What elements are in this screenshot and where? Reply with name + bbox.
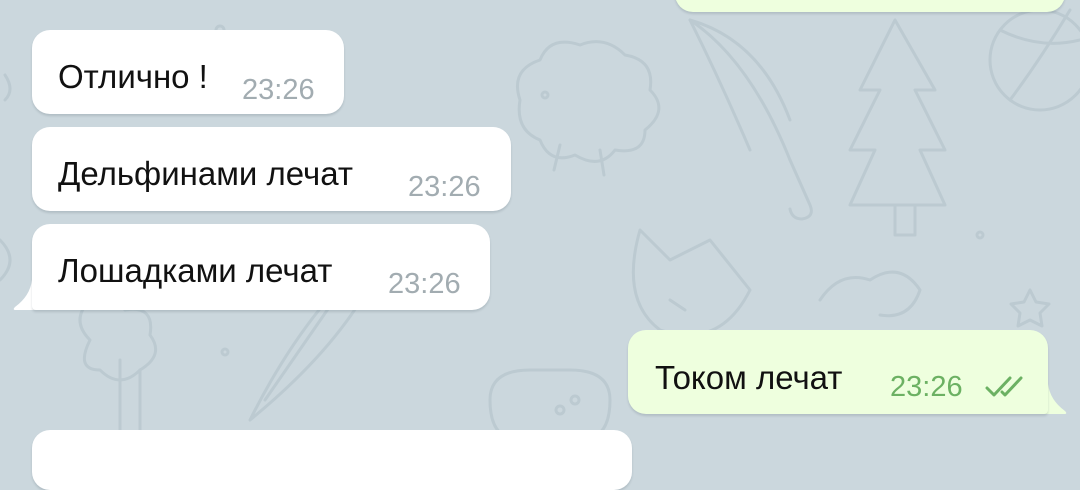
incoming-message-bubble-partial[interactable]: [32, 430, 632, 490]
outgoing-message-bubble[interactable]: Током лечат 23:26: [628, 330, 1048, 414]
double-check-icon: [985, 376, 1023, 397]
message-text: Отлично !: [58, 58, 208, 95]
message-time: 23:26: [890, 371, 963, 403]
message-text: Током лечат: [655, 359, 843, 396]
message-text: Лошадками лечат: [58, 252, 333, 289]
incoming-message-bubble[interactable]: Отлично ! 23:26: [32, 30, 344, 114]
outgoing-message-bubble-partial[interactable]: [675, 0, 1065, 12]
message-time: 23:26: [242, 74, 315, 106]
incoming-message-bubble[interactable]: Лошадками лечат 23:26: [32, 224, 490, 310]
incoming-message-bubble[interactable]: Дельфинами лечат 23:26: [32, 127, 511, 211]
message-text: Дельфинами лечат: [58, 155, 353, 192]
message-time: 23:26: [388, 268, 461, 300]
message-time: 23:26: [408, 171, 481, 203]
